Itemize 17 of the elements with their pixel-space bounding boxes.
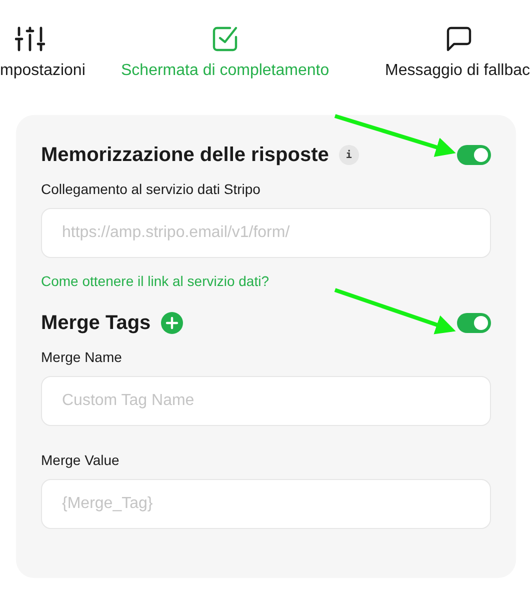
message-icon: [446, 26, 472, 52]
tab[interactable]: Messaggio di fallbac: [385, 26, 530, 80]
input-field[interactable]: {Merge_Tag}: [41, 479, 491, 529]
sliders-icon: [15, 26, 46, 52]
field-label: Merge Value: [41, 452, 120, 468]
input-field[interactable]: https://amp.stripo.email/v1/form/: [41, 208, 491, 258]
toggle-switch[interactable]: [457, 145, 491, 165]
toggle-switch[interactable]: [457, 313, 491, 333]
checkbox-icon: [212, 26, 238, 52]
input-field[interactable]: Custom Tag Name: [41, 376, 491, 426]
tab[interactable]: mpostazioni: [0, 26, 86, 80]
field-label: Merge Name: [41, 349, 123, 365]
field-label: Collegamento al servizio dati Stripo: [41, 181, 262, 197]
info-icon[interactable]: i: [338, 145, 359, 165]
add-icon[interactable]: [160, 312, 183, 334]
section-title: Merge Tags: [41, 312, 151, 334]
section-title: Memorizzazione delle risposte: [41, 144, 329, 166]
